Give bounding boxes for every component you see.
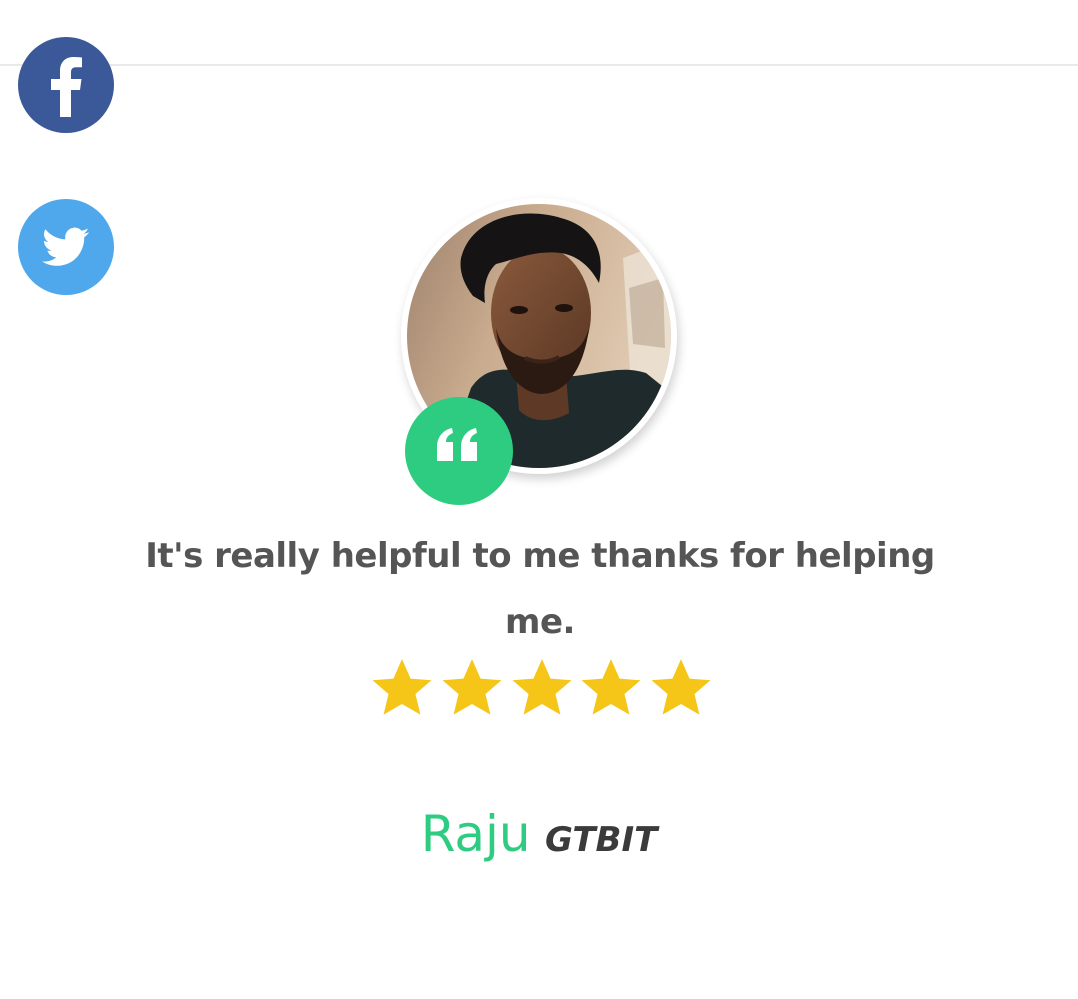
star-icon (442, 659, 502, 715)
author-name: Raju (420, 805, 531, 863)
star-icon (512, 659, 571, 715)
author-organization: GTBIT (545, 820, 658, 860)
facebook-icon (18, 37, 114, 133)
testimonial-author: Raju GTBIT (0, 805, 1078, 863)
avatar-container (392, 192, 692, 505)
facebook-share-button[interactable] (18, 37, 114, 133)
header-divider (0, 64, 1078, 66)
quote-icon (405, 397, 513, 505)
testimonial-text: It's really helpful to me thanks for hel… (145, 536, 935, 642)
star-rating (369, 655, 714, 721)
star-icon (651, 659, 711, 715)
twitter-icon (18, 199, 114, 295)
star-icon (581, 659, 641, 715)
star-icon (372, 659, 432, 715)
twitter-share-button[interactable] (18, 199, 114, 295)
quote-badge (405, 397, 513, 505)
